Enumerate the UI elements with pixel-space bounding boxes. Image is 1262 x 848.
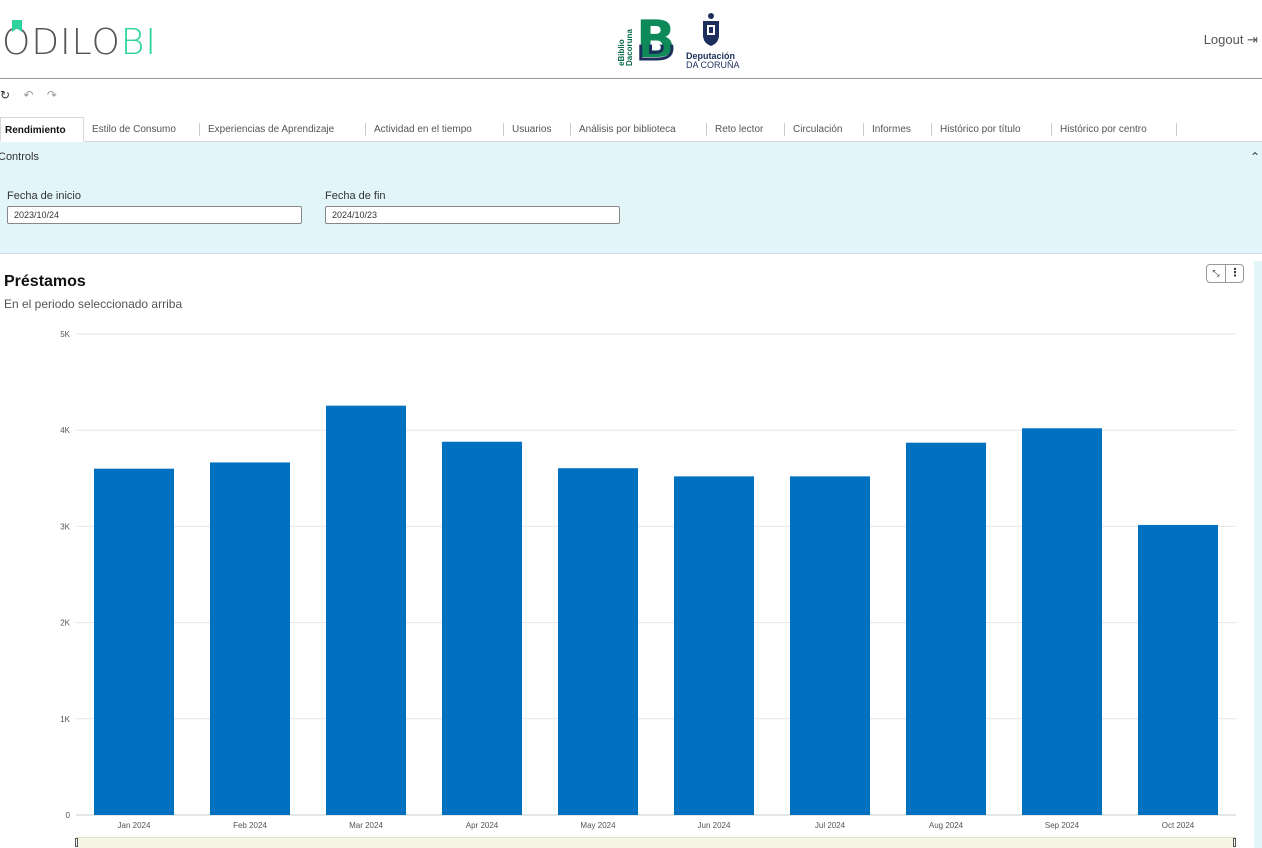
x-tick-label: May 2024 — [580, 821, 616, 830]
x-tick-label: Apr 2024 — [466, 821, 499, 830]
logout-button[interactable]: Logout ⇥ — [1204, 32, 1258, 48]
app-header: ODILOBI eBiblio Dacoruna B B Deputación … — [0, 0, 1262, 79]
start-date-input[interactable]: 2023/10/24 — [7, 206, 302, 224]
bar[interactable] — [905, 442, 987, 815]
y-tick-label: 2K — [60, 619, 70, 628]
x-tick-label: Oct 2024 — [1162, 821, 1195, 830]
logout-icon[interactable]: ⇥ — [1247, 32, 1258, 47]
panel-scroll-edge — [1254, 261, 1262, 848]
dashboard-tabs: Rendimiento Estilo de Consumo Experienci… — [0, 117, 1262, 142]
x-tick-label: Jun 2024 — [698, 821, 731, 830]
tab-experiencias-de-aprendizaje[interactable]: Experiencias de Aprendizaje — [200, 117, 366, 142]
controls-section: Controls ⌃ Fecha de inicio 2023/10/24 Fe… — [0, 142, 1262, 254]
end-date-label: Fecha de fin — [325, 190, 386, 202]
partner-logos: eBiblio Dacoruna B B Deputación DA CORUÑ… — [614, 12, 744, 72]
bar[interactable] — [93, 468, 175, 815]
end-date-input[interactable]: 2024/10/23 — [325, 206, 620, 224]
y-tick-label: 3K — [60, 522, 70, 531]
tab-rendimiento[interactable]: Rendimiento — [0, 117, 84, 142]
undo-icon[interactable]: ↶ — [23, 88, 33, 102]
x-tick-label: Jan 2024 — [118, 821, 151, 830]
redo-icon[interactable]: ↷ — [47, 88, 57, 102]
tab-analisis-por-biblioteca[interactable]: Análisis por biblioteca — [571, 117, 707, 142]
bar[interactable] — [557, 468, 639, 815]
range-handle-start[interactable] — [75, 838, 78, 847]
y-tick-label: 1K — [60, 715, 70, 724]
tab-reto-lector[interactable]: Reto lector — [707, 117, 785, 142]
tab-historico-por-centro[interactable]: Histórico por centro — [1052, 117, 1177, 142]
tab-circulacion[interactable]: Circulación — [785, 117, 864, 142]
controls-title[interactable]: Controls — [0, 151, 39, 163]
tab-actividad-en-el-tiempo[interactable]: Actividad en el tiempo — [366, 117, 504, 142]
odilo-bi-logo: ODILOBI — [2, 20, 157, 63]
bar-chart: 0 1K 2K 3K 4K 5K Jan 2024 Feb 2024 Mar 2024 Apr 2… — [60, 330, 1236, 830]
bar[interactable] — [1021, 428, 1103, 815]
chart-range-slider[interactable] — [76, 837, 1236, 848]
chevron-up-icon[interactable]: ⌃ — [1250, 150, 1260, 164]
tab-informes[interactable]: Informes — [864, 117, 932, 142]
prestamos-panel: Préstamos En el periodo seleccionado arr… — [0, 261, 1254, 848]
x-tick-label: Sep 2024 — [1045, 821, 1080, 830]
bar[interactable] — [673, 476, 755, 815]
x-tick-label: Feb 2024 — [233, 821, 267, 830]
start-date-label: Fecha de inicio — [7, 190, 81, 202]
range-handle-end[interactable] — [1233, 838, 1236, 847]
bar[interactable] — [209, 462, 291, 815]
x-tick-label: Aug 2024 — [929, 821, 964, 830]
tab-estilo-de-consumo[interactable]: Estilo de Consumo — [84, 117, 200, 142]
bar[interactable] — [441, 441, 523, 815]
x-tick-label: Jul 2024 — [815, 821, 846, 830]
x-tick-label: Mar 2024 — [349, 821, 383, 830]
deputacion-label: Deputación DA CORUÑA — [686, 51, 740, 70]
y-tick-label: 5K — [60, 330, 70, 339]
y-tick-label: 0 — [66, 811, 71, 820]
bar[interactable] — [789, 476, 871, 815]
refresh-icon[interactable]: ↻ — [0, 88, 10, 102]
bar[interactable] — [325, 405, 407, 815]
y-tick-label: 4K — [60, 426, 70, 435]
deputacion-crest-icon — [703, 13, 719, 46]
tab-historico-por-titulo[interactable]: Histórico por título — [932, 117, 1052, 142]
dashboard-toolbar: ↻ ↶ ↷ — [0, 88, 67, 104]
bar[interactable] — [1137, 524, 1219, 815]
tab-usuarios[interactable]: Usuarios — [504, 117, 571, 142]
ebiblio-label: eBiblio Dacoruna — [617, 29, 634, 66]
